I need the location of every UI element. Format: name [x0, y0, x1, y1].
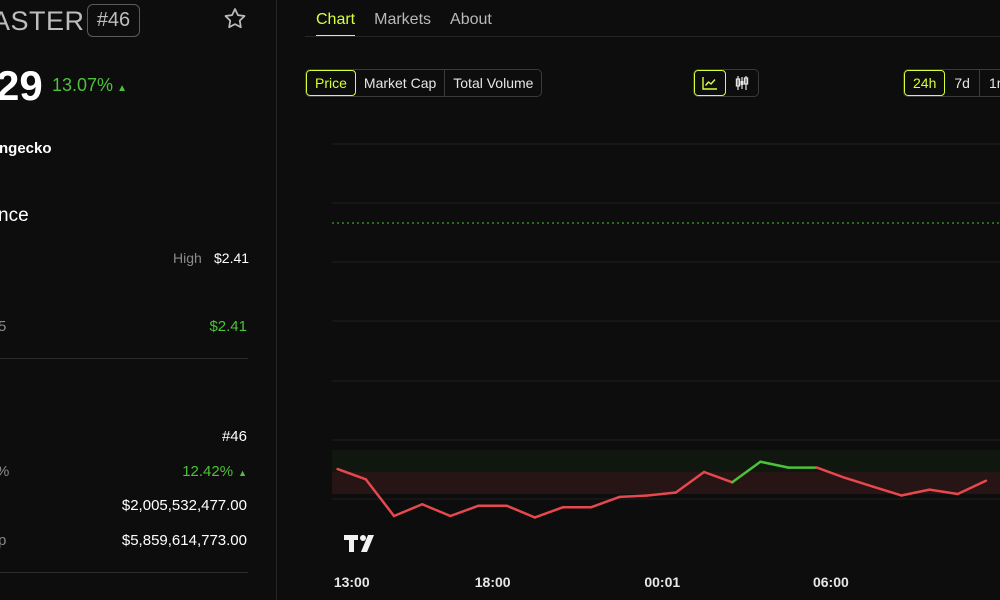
price-line-segment: [420, 503, 452, 518]
stat-value: $2.41: [209, 318, 247, 335]
price-line-segment: [618, 494, 649, 499]
below-baseline-shade: [332, 472, 1000, 494]
coin-name: ASTER: [0, 6, 85, 36]
time-range-selector: 24h 7d 1m: [903, 69, 1000, 97]
x-tick-label: 00:01: [644, 574, 680, 590]
range-1m-button[interactable]: 1m: [980, 70, 1000, 96]
x-tick-label: 13:00: [334, 574, 370, 590]
stat-label: %: [0, 463, 9, 480]
high-label: High: [173, 250, 202, 266]
metric-total-volume-button[interactable]: Total Volume: [445, 70, 541, 96]
x-tick-label: 18:00: [475, 574, 511, 590]
tradingview-logo: [344, 535, 374, 552]
divider: [0, 572, 248, 573]
range-24h-button[interactable]: 24h: [904, 70, 946, 96]
up-arrow-icon: ▲: [238, 468, 247, 478]
tabs-divider: [305, 36, 1000, 37]
stat-value: $5,859,614,773.00: [121, 532, 247, 549]
stat-pct-number: 12.42%: [182, 463, 234, 480]
stat-value: $2,005,532,477.00: [121, 497, 247, 514]
price-line-segment: [392, 503, 424, 518]
metric-price-button[interactable]: Price: [306, 70, 356, 96]
tab-about[interactable]: About: [450, 0, 492, 37]
stat-label: 5: [0, 318, 6, 335]
metric-selector: Price Market Cap Total Volume: [305, 69, 543, 97]
price-line-segment: [533, 505, 565, 519]
up-arrow-icon: ▲: [117, 83, 127, 94]
candlestick-icon: [735, 76, 749, 90]
divider: [0, 358, 248, 359]
coin-summary-panel: ASTER #46 29 13.07% ▲ ngecko nce High $2.…: [0, 0, 277, 600]
metric-market-cap-button[interactable]: Market Cap: [356, 70, 446, 96]
stat-pct-value: 12.42% ▲: [182, 463, 247, 480]
stat-label: p: [0, 532, 6, 549]
chart-type-selector: [693, 69, 759, 97]
high-value: $2.41: [214, 250, 250, 266]
tab-chart[interactable]: Chart: [316, 0, 356, 37]
tab-markets[interactable]: Markets: [374, 0, 431, 37]
price-change-24h: 13.07% ▲: [52, 75, 127, 96]
range-7d-button[interactable]: 7d: [945, 70, 980, 96]
candlestick-button[interactable]: [726, 70, 758, 96]
market-cap-rank-value: #46: [221, 428, 247, 445]
price-line-segment: [590, 495, 621, 509]
price-line-segment: [449, 504, 480, 518]
x-tick-label: 06:00: [813, 574, 849, 590]
price-change-value: 13.07%: [52, 75, 114, 95]
line-chart-icon: [702, 77, 717, 90]
source-link[interactable]: ngecko: [0, 140, 52, 157]
price-line-segment: [505, 504, 537, 519]
current-price: 29: [0, 62, 43, 109]
rank-badge: #46: [87, 4, 140, 37]
content-tabs: Chart Markets About: [316, 0, 492, 37]
line-chart-button[interactable]: [694, 70, 726, 96]
above-baseline-shade: [332, 450, 1000, 472]
star-icon[interactable]: [222, 6, 248, 32]
section-title: nce: [0, 205, 29, 226]
price-chart[interactable]: 13:00 18:00 00:01 06:00: [305, 120, 1000, 600]
